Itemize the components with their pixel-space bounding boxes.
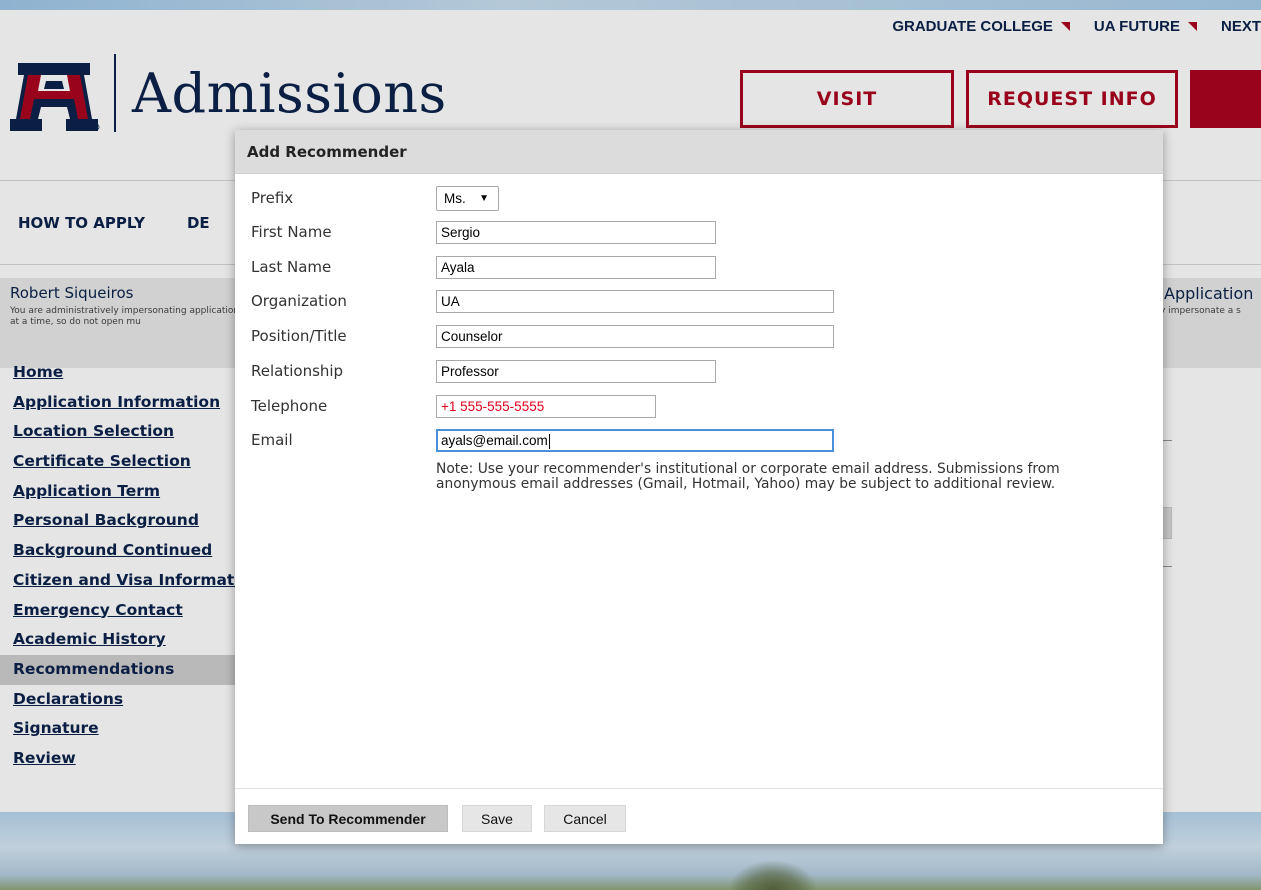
text-cursor [548,433,550,449]
email-input[interactable]: ayals@email.com [436,429,834,452]
email-note: Note: Use your recommender's institution… [436,461,1060,492]
first-name-input[interactable]: Sergio [436,221,716,244]
relationship-label: Relationship [251,362,344,380]
prefix-value: Ms. [444,191,466,206]
send-to-recommender-button[interactable]: Send To Recommender [248,805,448,832]
add-recommender-dialog: Add Recommender Prefix Ms. ▼ First Name … [235,130,1163,844]
prefix-select[interactable]: Ms. ▼ [436,186,499,211]
last-name-input[interactable]: Ayala [436,256,716,279]
dropdown-caret-icon: ▼ [479,193,489,204]
organization-label: Organization [251,292,347,310]
telephone-label: Telephone [251,397,328,415]
email-value: ayals@email.com [441,433,548,448]
telephone-input[interactable]: +1 555-555-5555 [436,395,656,418]
relationship-input[interactable]: Professor [436,360,716,383]
prefix-label: Prefix [251,189,294,207]
dialog-footer: Send To Recommender Save Cancel [235,788,1163,844]
organization-input[interactable]: UA [436,290,834,313]
position-title-label: Position/Title [251,327,347,345]
first-name-label: First Name [251,223,332,241]
save-button[interactable]: Save [462,805,532,832]
email-label: Email [251,431,293,449]
last-name-label: Last Name [251,258,332,276]
position-title-input[interactable]: Counselor [436,325,834,348]
dialog-title: Add Recommender [235,130,1163,174]
cancel-button[interactable]: Cancel [544,805,626,832]
